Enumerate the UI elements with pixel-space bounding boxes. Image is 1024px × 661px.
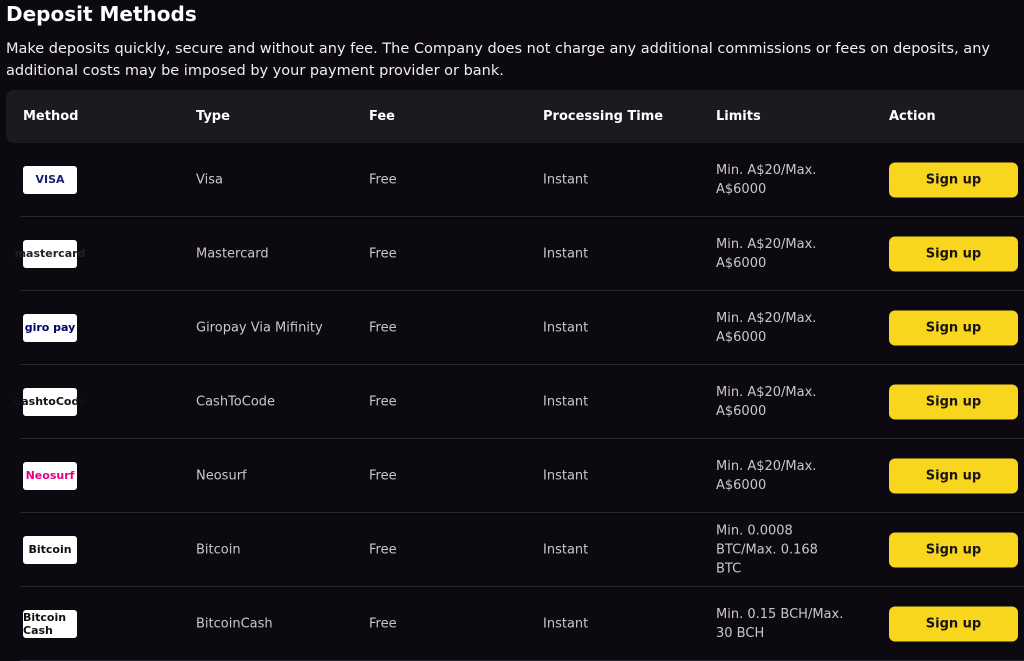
limits-line-2: A$6000 bbox=[716, 181, 767, 197]
method-type: Mastercard bbox=[196, 246, 269, 261]
table-header: Method Type Fee Processing Time Limits A… bbox=[6, 90, 1024, 143]
action-cell: Sign up bbox=[889, 236, 1018, 271]
action-cell: Sign up bbox=[889, 310, 1018, 345]
limits-line-2: BTC/Max. 0.168 BTC bbox=[716, 542, 818, 576]
table-row: Bitcoin Cash BitcoinCash Free Instant Mi… bbox=[20, 587, 1024, 661]
sign-up-button[interactable]: Sign up bbox=[889, 458, 1018, 493]
limits-line-1: Min. 0.0008 bbox=[716, 523, 793, 538]
sign-up-button[interactable]: Sign up bbox=[889, 532, 1018, 567]
method-logo: giro pay bbox=[23, 313, 77, 342]
method-fee: Free bbox=[369, 616, 397, 631]
method-logo: Bitcoin bbox=[23, 535, 77, 564]
limits-line-2: A$6000 bbox=[716, 403, 767, 419]
method-fee: Free bbox=[369, 394, 397, 409]
method-limits: Min. 0.15 BCH/Max. 30 BCH bbox=[716, 605, 846, 643]
logo-text: CashtoCode bbox=[13, 395, 87, 408]
method-logo: Bitcoin Cash bbox=[23, 609, 77, 638]
method-type: Bitcoin bbox=[196, 542, 241, 557]
header-type: Type bbox=[196, 109, 230, 124]
table-row: giro pay Giropay Via Mifinity Free Insta… bbox=[20, 291, 1024, 365]
method-processing-time: Instant bbox=[543, 468, 589, 483]
payment-logo-icon: giro pay bbox=[23, 313, 77, 342]
method-fee: Free bbox=[369, 172, 397, 187]
sign-up-button[interactable]: Sign up bbox=[889, 236, 1018, 271]
method-logo: Neosurf bbox=[23, 461, 77, 490]
limits-line-2: A$6000 bbox=[716, 477, 767, 493]
payment-logo-icon: Bitcoin bbox=[23, 535, 77, 564]
method-processing-time: Instant bbox=[543, 246, 589, 261]
table-row: Bitcoin Bitcoin Free Instant Min. 0.0008… bbox=[20, 513, 1024, 587]
table-row: CashtoCode CashToCode Free Instant Min. … bbox=[13, 365, 1024, 439]
sign-up-button[interactable]: Sign up bbox=[889, 310, 1018, 345]
limits-line-1: Min. A$20/Max. bbox=[716, 458, 817, 474]
method-type: Visa bbox=[196, 172, 223, 187]
sign-up-button[interactable]: Sign up bbox=[889, 606, 1018, 641]
limits-line-1: Min. A$20/Max. bbox=[716, 384, 817, 400]
payment-logo-icon: mastercard bbox=[15, 239, 85, 268]
action-cell: Sign up bbox=[889, 384, 1018, 419]
method-limits: Min. A$20/Max. A$6000 bbox=[716, 161, 846, 199]
table-row: mastercard Mastercard Free Instant Min. … bbox=[15, 217, 1024, 291]
method-type: BitcoinCash bbox=[196, 616, 273, 631]
limits-line-2: 30 BCH bbox=[716, 625, 765, 641]
sign-up-button[interactable]: Sign up bbox=[889, 162, 1018, 197]
header-processing-time: Processing Time bbox=[543, 109, 664, 124]
method-type: Neosurf bbox=[196, 468, 247, 483]
action-cell: Sign up bbox=[889, 606, 1018, 641]
payment-logo-icon: VISA bbox=[23, 165, 77, 194]
method-limits: Min. A$20/Max. A$6000 bbox=[716, 457, 846, 495]
method-fee: Free bbox=[369, 320, 397, 335]
method-logo: CashtoCode bbox=[13, 387, 87, 416]
header-fee: Fee bbox=[369, 109, 395, 124]
payment-logo-icon: CashtoCode bbox=[13, 387, 87, 416]
method-processing-time: Instant bbox=[543, 320, 589, 335]
method-fee: Free bbox=[369, 542, 397, 557]
table-row: Neosurf Neosurf Free Instant Min. A$20/M… bbox=[20, 439, 1024, 513]
method-processing-time: Instant bbox=[543, 616, 589, 631]
method-fee: Free bbox=[369, 468, 397, 483]
logo-text: VISA bbox=[35, 173, 65, 186]
header-method: Method bbox=[23, 109, 79, 124]
method-fee: Free bbox=[369, 246, 397, 261]
method-processing-time: Instant bbox=[543, 542, 589, 557]
limits-line-1: Min. A$20/Max. bbox=[716, 162, 817, 178]
method-limits: Min. A$20/Max. A$6000 bbox=[716, 383, 846, 421]
payment-logo-icon: Neosurf bbox=[23, 461, 77, 490]
method-limits: Min. A$20/Max. A$6000 bbox=[716, 235, 846, 273]
action-cell: Sign up bbox=[889, 532, 1018, 567]
limits-line-2: A$6000 bbox=[716, 255, 767, 271]
method-type: CashToCode bbox=[196, 394, 276, 409]
logo-text: Bitcoin bbox=[28, 543, 72, 556]
payment-logo-icon: Bitcoin Cash bbox=[23, 609, 77, 638]
logo-text: giro pay bbox=[24, 321, 76, 334]
method-type: Giropay Via Mifinity bbox=[196, 320, 323, 335]
header-limits: Limits bbox=[716, 109, 761, 124]
logo-text: mastercard bbox=[14, 247, 86, 260]
logo-text: Neosurf bbox=[25, 469, 75, 482]
sign-up-button[interactable]: Sign up bbox=[889, 384, 1018, 419]
method-logo: VISA bbox=[23, 165, 77, 194]
page-title: Deposit Methods bbox=[6, 2, 197, 26]
deposit-methods-table: Method Type Fee Processing Time Limits A… bbox=[6, 90, 1024, 661]
method-limits: Min. 0.0008 BTC/Max. 0.168 BTC bbox=[716, 521, 846, 578]
limits-line-1: Min. A$20/Max. bbox=[716, 310, 817, 326]
page-description: Make deposits quickly, secure and withou… bbox=[6, 41, 990, 79]
method-limits: Min. A$20/Max. A$6000 bbox=[716, 309, 846, 347]
method-processing-time: Instant bbox=[543, 394, 589, 409]
action-cell: Sign up bbox=[889, 162, 1018, 197]
table-row: VISA Visa Free Instant Min. A$20/Max. A$… bbox=[20, 143, 1024, 217]
logo-text: Bitcoin Cash bbox=[23, 610, 67, 637]
method-processing-time: Instant bbox=[543, 172, 589, 187]
header-action: Action bbox=[889, 109, 936, 124]
method-logo: mastercard bbox=[15, 239, 85, 268]
limits-line-1: Min. A$20/Max. bbox=[716, 236, 817, 252]
limits-line-1: Min. 0.15 BCH/Max. bbox=[716, 606, 844, 622]
action-cell: Sign up bbox=[889, 458, 1018, 493]
limits-line-2: A$6000 bbox=[716, 329, 767, 345]
